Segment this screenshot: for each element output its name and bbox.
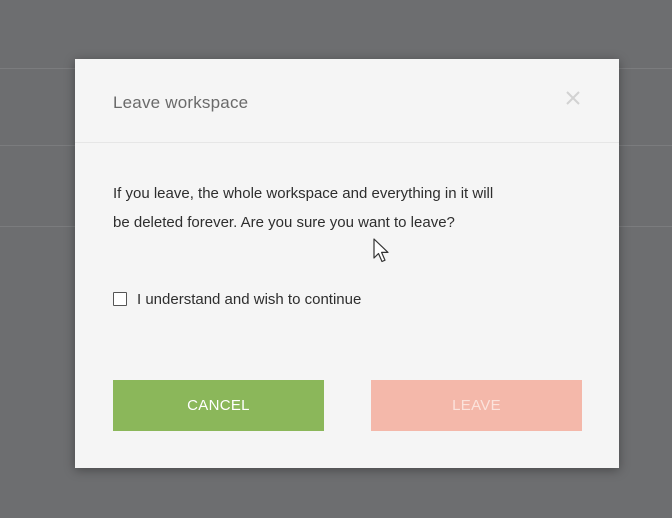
confirm-checkbox[interactable] bbox=[113, 292, 127, 306]
cancel-button[interactable]: CANCEL bbox=[113, 380, 324, 431]
confirm-checkbox-label[interactable]: I understand and wish to continue bbox=[137, 291, 361, 308]
leave-workspace-dialog: Leave workspace If you leave, the whole … bbox=[75, 59, 619, 468]
dialog-header: Leave workspace bbox=[75, 59, 619, 143]
dialog-title: Leave workspace bbox=[113, 93, 249, 112]
close-icon bbox=[566, 91, 580, 105]
confirm-checkbox-row[interactable]: I understand and wish to continue bbox=[113, 289, 361, 309]
dialog-message-line: If you leave, the whole workspace and ev… bbox=[113, 185, 494, 202]
dialog-message: If you leave, the whole workspace and ev… bbox=[113, 179, 583, 237]
leave-button[interactable]: LEAVE bbox=[371, 380, 582, 431]
dialog-message-line: be deleted forever. Are you sure you wan… bbox=[113, 214, 455, 231]
close-button[interactable] bbox=[562, 87, 584, 109]
